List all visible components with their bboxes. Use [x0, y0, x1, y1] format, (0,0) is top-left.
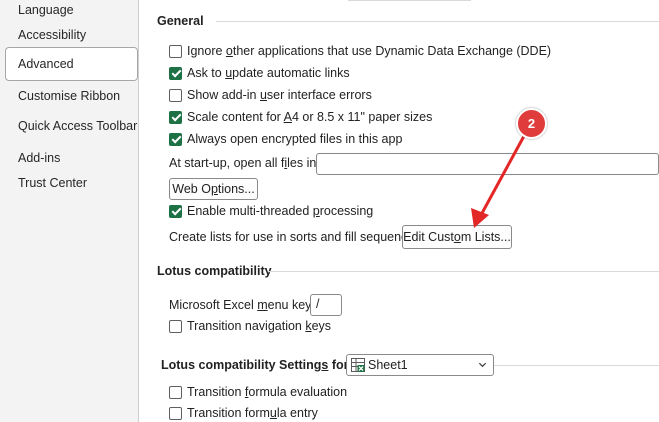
- sidebar-item-quick-access-toolbar[interactable]: Quick Access Toolbar: [18, 119, 137, 133]
- transition-formula-entry-option[interactable]: Transition formula entry: [169, 406, 318, 420]
- transition-nav-keys-label: Transition navigation keys: [187, 319, 332, 333]
- section-title-general: General: [157, 14, 204, 28]
- excel-sheet-icon: [351, 358, 365, 372]
- chevron-down-icon: [478, 362, 487, 368]
- ignore-dde-checkbox[interactable]: [169, 44, 182, 58]
- sidebar-item-trust-center[interactable]: Trust Center: [18, 176, 87, 190]
- custom-lists-label: Create lists for use in sorts and fill s…: [169, 230, 424, 244]
- addin-errors-label: Show add-in user interface errors: [187, 88, 372, 102]
- sidebar-item-add-ins[interactable]: Add-ins: [18, 151, 60, 165]
- transition-formula-eval-checkbox[interactable]: [169, 385, 182, 399]
- top-divider: [348, 0, 471, 1]
- transition-formula-entry-checkbox[interactable]: [169, 406, 182, 420]
- sidebar-item-customise-ribbon[interactable]: Customise Ribbon: [18, 89, 120, 103]
- lotus-divider: [268, 271, 659, 272]
- encrypted-files-label: Always open encrypted files in this app: [187, 132, 403, 146]
- ignore-dde-option[interactable]: Ignore other applications that use Dynam…: [169, 44, 551, 58]
- scale-content-checkbox[interactable]: [169, 110, 182, 124]
- encrypted-files-checkbox[interactable]: [169, 132, 182, 146]
- sidebar-item-accessibility[interactable]: Accessibility: [18, 28, 86, 42]
- transition-formula-eval-option[interactable]: Transition formula evaluation: [169, 385, 347, 399]
- options-sidebar: Language Accessibility Advanced Customis…: [0, 0, 139, 422]
- edit-custom-lists-button[interactable]: Edit Cust o m Lists...: [402, 225, 512, 249]
- encrypted-files-option[interactable]: Always open encrypted files in this app: [169, 132, 402, 146]
- multithreaded-label: Enable multi-threaded processing: [187, 204, 374, 218]
- transition-nav-keys-checkbox[interactable]: [169, 319, 182, 333]
- advanced-options-panel: General Ignore other applications that u…: [140, 0, 659, 422]
- web-options-button[interactable]: Web Op tions...: [169, 178, 258, 200]
- startup-folder-label: At start-up, open all files in:: [169, 156, 320, 170]
- scale-content-label: Scale content for A4 or 8.5 x 11" paper …: [187, 110, 433, 124]
- scale-content-option[interactable]: Scale content for A4 or 8.5 x 11" paper …: [169, 110, 432, 124]
- update-links-checkbox[interactable]: [169, 66, 182, 80]
- transition-formula-entry-label: Transition formula entry: [187, 406, 318, 420]
- sidebar-item-advanced[interactable]: Advanced: [5, 47, 138, 81]
- update-links-label: Ask to update automatic links: [187, 66, 350, 80]
- ignore-dde-label: Ignore other applications that use Dynam…: [187, 44, 552, 58]
- section-title-lotus-compatibility: Lotus compatibility: [157, 264, 272, 278]
- transition-nav-keys-option[interactable]: Transition navigation keys: [169, 319, 331, 333]
- menu-key-input[interactable]: /: [310, 294, 342, 316]
- transition-formula-eval-label: Transition formula evaluation: [187, 385, 348, 399]
- lotus-sheet-value: Sheet1: [368, 358, 408, 372]
- startup-folder-input[interactable]: [316, 153, 659, 175]
- section-title-lotus-settings: Lotus compatibility Settings for:: [161, 358, 353, 372]
- lotus-sheet-dropdown[interactable]: Sheet1: [346, 354, 494, 376]
- multithreaded-checkbox[interactable]: [169, 204, 182, 218]
- general-divider: [216, 21, 659, 22]
- multithreaded-option[interactable]: Enable multi-threaded processing: [169, 204, 373, 218]
- addin-errors-checkbox[interactable]: [169, 88, 182, 102]
- sidebar-item-language[interactable]: Language: [18, 3, 74, 17]
- lotus-settings-divider: [494, 365, 659, 366]
- addin-errors-option[interactable]: Show add-in user interface errors: [169, 88, 372, 102]
- menu-key-label: Microsoft Excel menu key:: [169, 298, 315, 312]
- update-links-option[interactable]: Ask to update automatic links: [169, 66, 350, 80]
- step-number-badge: 2: [516, 108, 547, 139]
